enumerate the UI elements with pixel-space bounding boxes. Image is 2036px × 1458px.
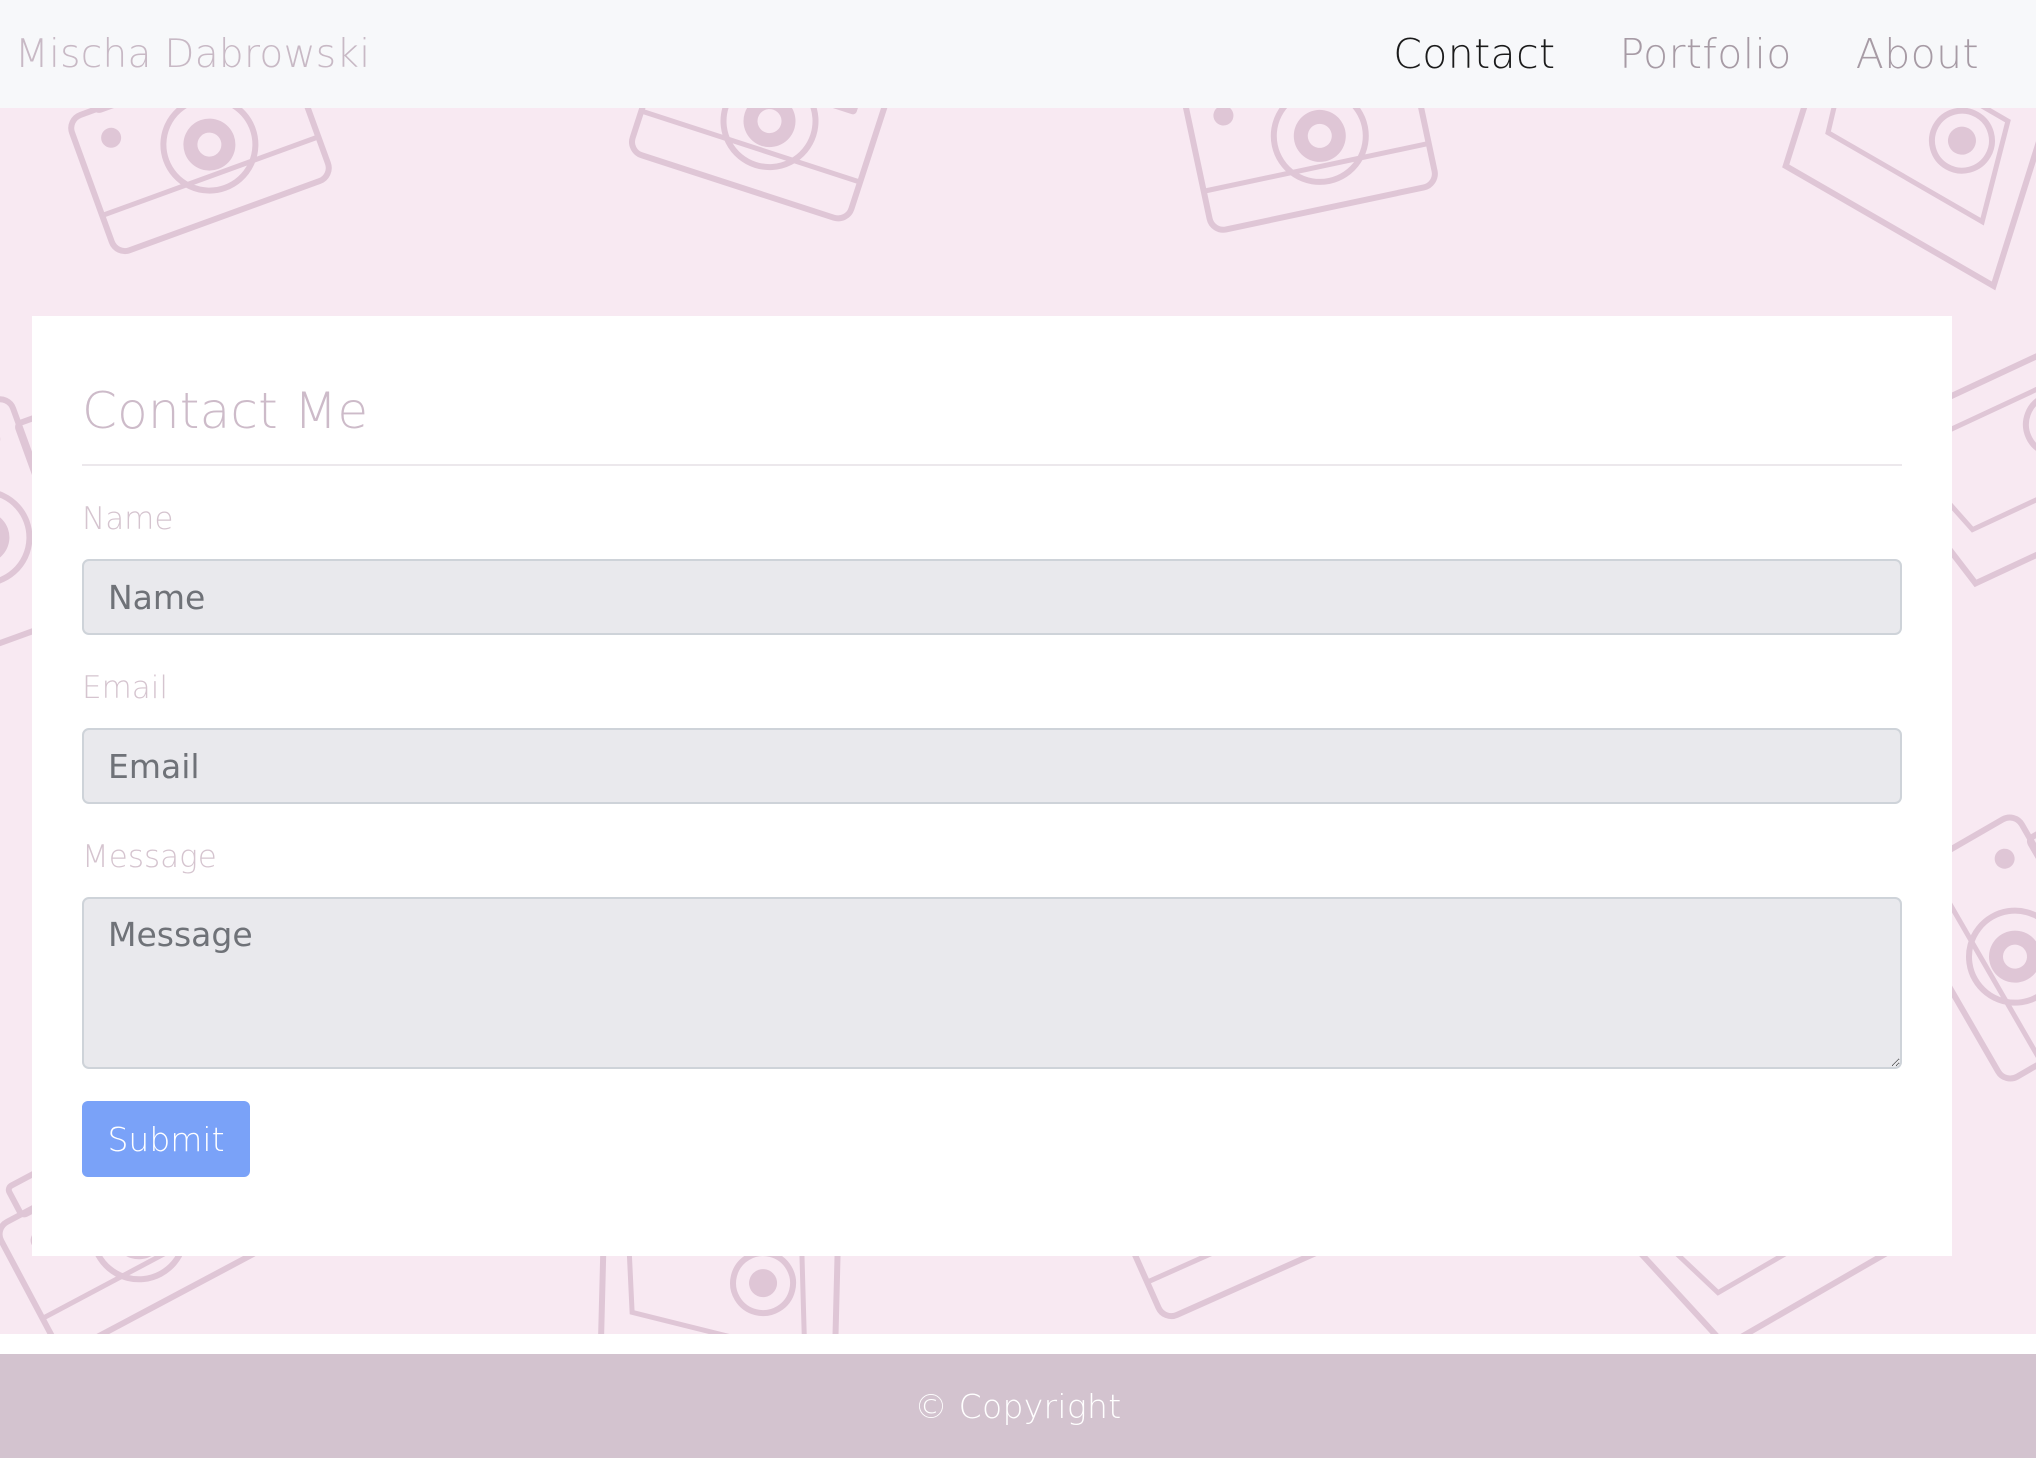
- brand-link[interactable]: Mischa Dabrowski: [15, 32, 370, 77]
- name-input[interactable]: [82, 559, 1902, 635]
- navbar: Mischa Dabrowski Contact Portfolio About: [0, 0, 2036, 108]
- name-label: Name: [82, 501, 174, 537]
- camera-icon: [1176, 108, 1437, 232]
- page-title: Contact Me: [82, 382, 369, 440]
- submit-button[interactable]: Submit: [82, 1101, 250, 1177]
- contact-card: Contact Me Name Email Message Submit: [32, 316, 1952, 1256]
- email-label: Email: [82, 670, 169, 706]
- camera-icon: [57, 108, 333, 255]
- hero-background: Contact Me Name Email Message Submit: [0, 108, 2036, 1334]
- message-label: Message: [82, 839, 217, 875]
- nav-links: Contact Portfolio About: [1329, 30, 1979, 78]
- message-textarea[interactable]: [82, 897, 1902, 1069]
- page: Mischa Dabrowski Contact Portfolio About: [0, 0, 2036, 1458]
- copyright-text: © Copyright: [914, 1386, 1122, 1426]
- nav-link-contact[interactable]: Contact: [1393, 30, 1555, 78]
- email-input[interactable]: [82, 728, 1902, 804]
- nav-link-portfolio[interactable]: Portfolio: [1620, 30, 1792, 78]
- camera-icon: [1751, 108, 2036, 286]
- camera-icon: [628, 108, 901, 222]
- title-divider: [82, 464, 1902, 466]
- nav-link-about[interactable]: About: [1856, 30, 1979, 78]
- footer: © Copyright: [0, 1354, 2036, 1458]
